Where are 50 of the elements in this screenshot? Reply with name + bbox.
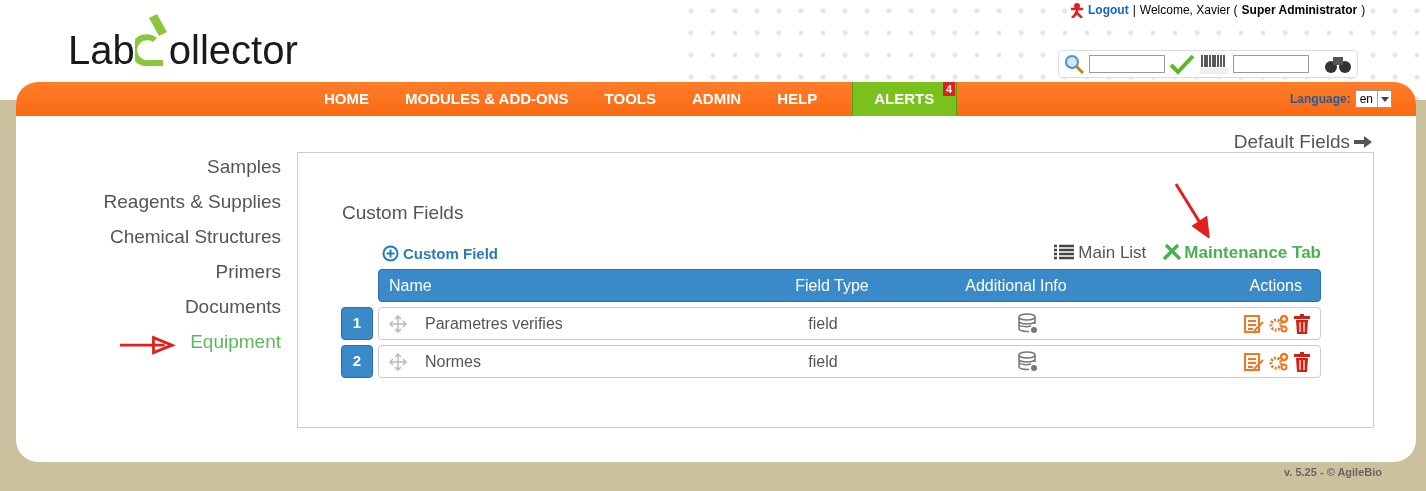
footer-text: v. 5.25 - © AgileBio — [1284, 465, 1382, 480]
barcode-icon[interactable] — [1199, 53, 1229, 75]
column-header: Actions — [1248, 275, 1303, 296]
field-type: field — [807, 351, 839, 372]
logo-text: ollector — [168, 30, 298, 70]
separator-text: | — [1132, 2, 1136, 19]
person-icon — [1070, 2, 1084, 18]
column-header: Field Type — [794, 275, 870, 296]
field-name: Parametres verifies — [425, 313, 564, 334]
arrow-right-icon — [1354, 136, 1372, 149]
welcome-text: Welcome, Xavier ( — [1139, 2, 1238, 19]
barcode-field[interactable] — [1233, 55, 1309, 73]
sidebar-item[interactable]: Primers — [215, 259, 281, 284]
database-icon[interactable] — [1017, 350, 1039, 373]
sidebar-item[interactable]: Samples — [207, 154, 281, 179]
trash-icon[interactable] — [1294, 351, 1310, 372]
column-header: Additional Info — [964, 275, 1068, 296]
plus-circle-icon — [382, 245, 399, 263]
trash-icon[interactable] — [1294, 313, 1310, 334]
row-number: 2 — [341, 345, 373, 378]
annotation-arrow — [1172, 182, 1212, 238]
sidebar-item[interactable]: Reagents & Supplies — [103, 189, 281, 214]
edit-icon[interactable] — [1244, 313, 1264, 334]
move-icon[interactable] — [389, 314, 407, 333]
row-number: 1 — [341, 307, 373, 340]
language-select[interactable]: en — [1354, 90, 1392, 108]
default-fields-link[interactable]: Default Fields — [1233, 128, 1350, 157]
search-field[interactable] — [1089, 55, 1165, 73]
paren-text: ) — [1361, 2, 1366, 19]
sidebar-item[interactable]: Documents — [184, 294, 281, 319]
search-icon[interactable] — [1063, 53, 1085, 75]
main-list-link[interactable]: Main List — [1054, 239, 1147, 265]
sidebar-item[interactable]: Chemical Structures — [109, 224, 281, 249]
list-icon — [1054, 244, 1075, 261]
checkmark-icon[interactable] — [1169, 53, 1195, 75]
database-icon[interactable] — [1017, 312, 1039, 335]
nav-tab[interactable]: ALERTS 4 — [852, 82, 958, 116]
field-type: field — [807, 313, 839, 334]
caret-icon — [1380, 96, 1389, 102]
logo-text: Lab — [68, 30, 135, 70]
move-icon[interactable] — [389, 352, 407, 371]
edit-icon[interactable] — [1244, 351, 1264, 372]
logout-link[interactable]: Logout — [1088, 1, 1129, 19]
panel-title: Custom Fields — [342, 201, 464, 225]
field-name: Normes — [425, 351, 482, 372]
column-header: Name — [389, 275, 433, 296]
role-text: Super Administrator — [1241, 2, 1358, 19]
language-label: Language: — [1289, 91, 1351, 108]
alert-badge: 4 — [943, 82, 956, 96]
add-field-link[interactable]: Custom Field — [382, 242, 498, 265]
